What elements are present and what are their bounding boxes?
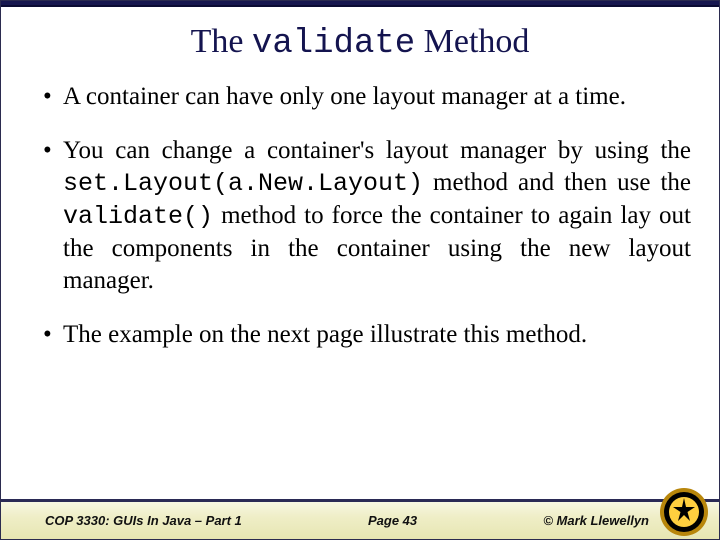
bullet2-code2: validate() <box>63 202 213 231</box>
top-accent-bar <box>1 1 719 7</box>
footer: COP 3330: GUIs In Java – Part 1 Page 43 … <box>1 481 719 539</box>
footer-course: COP 3330: GUIs In Java – Part 1 <box>45 513 242 528</box>
bullet-item: • A container can have only one layout m… <box>43 81 691 113</box>
bullet-text: The example on the next page illustrate … <box>63 319 691 351</box>
bullet-dot: • <box>43 319 63 351</box>
bullet-item: • You can change a container's layout ma… <box>43 135 691 297</box>
footer-author: © Mark Llewellyn <box>543 513 649 528</box>
slide-content: • A container can have only one layout m… <box>1 81 719 481</box>
slide: The validate Method • A container can ha… <box>0 0 720 540</box>
footer-page: Page 43 <box>368 513 417 528</box>
bullet2-part2: method and then use the <box>423 169 691 196</box>
slide-title: The validate Method <box>1 23 719 63</box>
title-prefix: The <box>191 23 252 60</box>
footer-bar: COP 3330: GUIs In Java – Part 1 Page 43 … <box>1 499 719 539</box>
bullet-text: You can change a container's layout mana… <box>63 135 691 297</box>
bullet2-code1: set.Layout(a.New.Layout) <box>63 169 423 198</box>
bullet-text: A container can have only one layout man… <box>63 81 691 113</box>
title-suffix: Method <box>415 23 529 60</box>
title-code: validate <box>252 25 415 63</box>
bullet-dot: • <box>43 81 63 113</box>
bullet-dot: • <box>43 135 63 167</box>
bullet-item: • The example on the next page illustrat… <box>43 319 691 351</box>
bullet2-part1: You can change a container's layout mana… <box>63 137 691 164</box>
ucf-logo-icon <box>659 487 709 537</box>
